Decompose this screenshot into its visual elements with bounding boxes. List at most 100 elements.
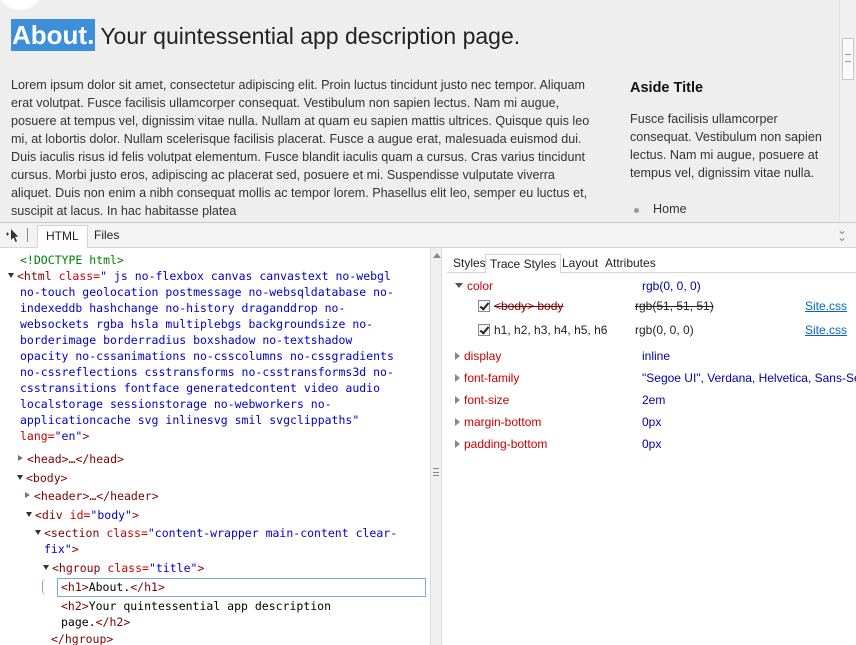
- prop-value: rgb(0, 0, 0): [642, 279, 701, 293]
- rule-value: rgb(0, 0, 0): [635, 323, 694, 337]
- page-heading: About.: [11, 19, 96, 51]
- trace-prop-font-size[interactable]: font-size 2em: [455, 391, 665, 409]
- logo-circle: [0, 0, 42, 10]
- trace-rule-body: <body> body rgb(51, 51, 51) Site.css: [478, 297, 847, 315]
- trace-prop-color[interactable]: color rgb(0, 0, 0): [455, 277, 701, 295]
- splitter-grip-icon[interactable]: [433, 468, 439, 476]
- styles-pane: Styles Trace Styles Layout Attributes co…: [447, 248, 856, 645]
- rule-selector: h1, h2, h3, h4, h5, h6: [494, 323, 608, 337]
- attr-value-line: localstorage sessionstorage no-webworker…: [20, 397, 332, 411]
- dom-tree: <!DOCTYPE html> <html class=" js no-flex…: [0, 248, 430, 645]
- rule-source-link[interactable]: Site.css: [805, 297, 847, 315]
- attr-value-line: csstransitions fontface generatedcontent…: [20, 381, 381, 395]
- dom-node-h1-selected[interactable]: <h1>About.</h1>: [61, 579, 165, 595]
- expand-arrow-icon[interactable]: [17, 475, 23, 480]
- tag-h1-close: </h1>: [130, 580, 165, 594]
- expand-arrow-icon[interactable]: [455, 374, 460, 382]
- attr-class: class=: [106, 526, 148, 540]
- expand-arrow-icon[interactable]: [455, 396, 460, 404]
- prop-value: 2em: [642, 393, 666, 407]
- trace-prop-margin-bottom[interactable]: margin-bottom 0px: [455, 413, 661, 431]
- page-scrollbar-thumb[interactable]: [842, 38, 854, 80]
- page-title: About. Your quintessential app descriptio…: [11, 19, 520, 53]
- tag-close: >: [131, 508, 139, 522]
- dom-node-head[interactable]: <head>…</head>: [18, 451, 124, 467]
- dom-node-hgroup[interactable]: <hgroup class="title">: [43, 560, 204, 576]
- tab-layout[interactable]: Layout: [558, 254, 602, 274]
- prop-value: "Segoe UI", Verdana, Helvetica, Sans-Ser…: [642, 371, 856, 385]
- prop-name: font-family: [464, 371, 520, 385]
- trace-prop-padding-bottom[interactable]: padding-bottom 0px: [455, 435, 661, 453]
- expand-arrow-icon[interactable]: [43, 565, 49, 570]
- attr-class: class=: [58, 269, 101, 283]
- dom-node-div[interactable]: <div id="body">: [26, 507, 139, 523]
- collapse-arrow-icon[interactable]: [455, 283, 463, 288]
- page-scrollbar[interactable]: [839, 0, 856, 222]
- prop-name: padding-bottom: [464, 437, 548, 451]
- expand-arrow-icon[interactable]: [455, 418, 460, 426]
- dom-node-html[interactable]: <html class=" js no-flexbox canvas canva…: [8, 268, 391, 284]
- prop-value: 0px: [642, 437, 662, 451]
- prop-value: 0px: [642, 415, 662, 429]
- dom-attr-continuation: fix">: [44, 541, 79, 557]
- prop-name: margin-bottom: [464, 415, 542, 429]
- attr-value-line: borderimage borderradius boxshadow no-te…: [20, 333, 353, 347]
- attr-class: class=: [107, 561, 149, 575]
- dom-node-doctype[interactable]: <!DOCTYPE html>: [20, 252, 124, 268]
- attr-value-line: applicationcache svg inlinesvg smil svgc…: [20, 413, 360, 427]
- aside-title: Aside Title: [630, 80, 704, 96]
- expand-arrow-icon[interactable]: [455, 440, 460, 448]
- rule-source-link[interactable]: Site.css: [805, 321, 847, 339]
- tag-html: <html: [17, 269, 52, 283]
- tab-attributes[interactable]: Attributes: [601, 254, 660, 274]
- tab-styles[interactable]: Styles: [449, 254, 490, 274]
- dom-node-h2[interactable]: <h2>Your quintessential app description: [61, 598, 331, 614]
- expand-arrow-icon[interactable]: [25, 492, 30, 498]
- tag-h2-close: </h2>: [95, 615, 131, 629]
- trace-prop-font-family[interactable]: font-family "Segoe UI", Verdana, Helveti…: [455, 369, 856, 387]
- tab-trace-styles[interactable]: Trace Styles: [485, 254, 562, 274]
- attr-value-line: opacity no-cssanimations no-csscolumns n…: [20, 349, 394, 363]
- tag-div: <div: [35, 508, 63, 522]
- dom-node-section[interactable]: <section class="content-wrapper main-con…: [35, 525, 397, 541]
- rule-checkbox[interactable]: [478, 324, 490, 336]
- expand-arrow-icon[interactable]: [35, 530, 41, 535]
- attr-value-line: websockets rgba hsla multiplebgs backgro…: [20, 317, 374, 331]
- dom-node-header[interactable]: <header>…</header>: [25, 488, 159, 504]
- dom-node-hgroup-close[interactable]: </hgroup>: [51, 631, 113, 645]
- node-text: About.: [88, 580, 131, 594]
- attr-value-line: no-touch geolocation postmessage no-webs…: [20, 285, 394, 299]
- dom-node-body[interactable]: <body>: [17, 470, 68, 486]
- trace-rule-headings: h1, h2, h3, h4, h5, h6 rgb(0, 0, 0) Site…: [478, 321, 847, 339]
- attr-id: id=: [69, 508, 91, 522]
- tag-body: <body>: [26, 471, 68, 485]
- tag-h1: <h1>: [61, 580, 89, 594]
- attr-value-line: indexeddb hashchange no-history dragandd…: [20, 301, 346, 315]
- scroll-up-icon[interactable]: [433, 253, 441, 258]
- attr-value: fix": [44, 542, 72, 556]
- collapse-icon[interactable]: ⌄ ⌄: [837, 224, 849, 243]
- expand-arrow-icon[interactable]: [455, 352, 460, 360]
- prop-name: color: [467, 279, 494, 293]
- dom-node-h2-continuation: page.</h2>: [61, 614, 130, 630]
- main-paragraph: Lorem ipsum dolor sit amet, consectetur …: [11, 78, 590, 218]
- aside: Aside Title Fusce facilisis ullamcorper …: [630, 80, 840, 216]
- node-text: page.: [61, 615, 96, 629]
- tag-hgroup-close: </hgroup>: [51, 632, 114, 645]
- dom-tree-scrollbar[interactable]: [430, 248, 442, 645]
- toolbar-separator: [27, 228, 28, 242]
- expand-arrow-icon[interactable]: [18, 455, 23, 461]
- attr-value: "content-wrapper main-content clear-: [147, 526, 398, 540]
- trace-prop-display[interactable]: display inline: [455, 347, 670, 365]
- expand-arrow-icon[interactable]: [8, 273, 14, 278]
- tag-close: >: [197, 561, 205, 575]
- rule-checkbox[interactable]: [478, 300, 490, 312]
- expand-arrow-icon[interactable]: [26, 512, 32, 517]
- tab-files[interactable]: Files: [86, 225, 127, 248]
- tab-html[interactable]: HTML: [37, 225, 88, 248]
- rule-value: rgb(51, 51, 51): [635, 299, 714, 313]
- prop-name: font-size: [464, 393, 510, 407]
- aside-home-link[interactable]: Home: [630, 202, 687, 216]
- tag-close: >: [71, 542, 79, 556]
- select-element-icon[interactable]: [5, 227, 21, 243]
